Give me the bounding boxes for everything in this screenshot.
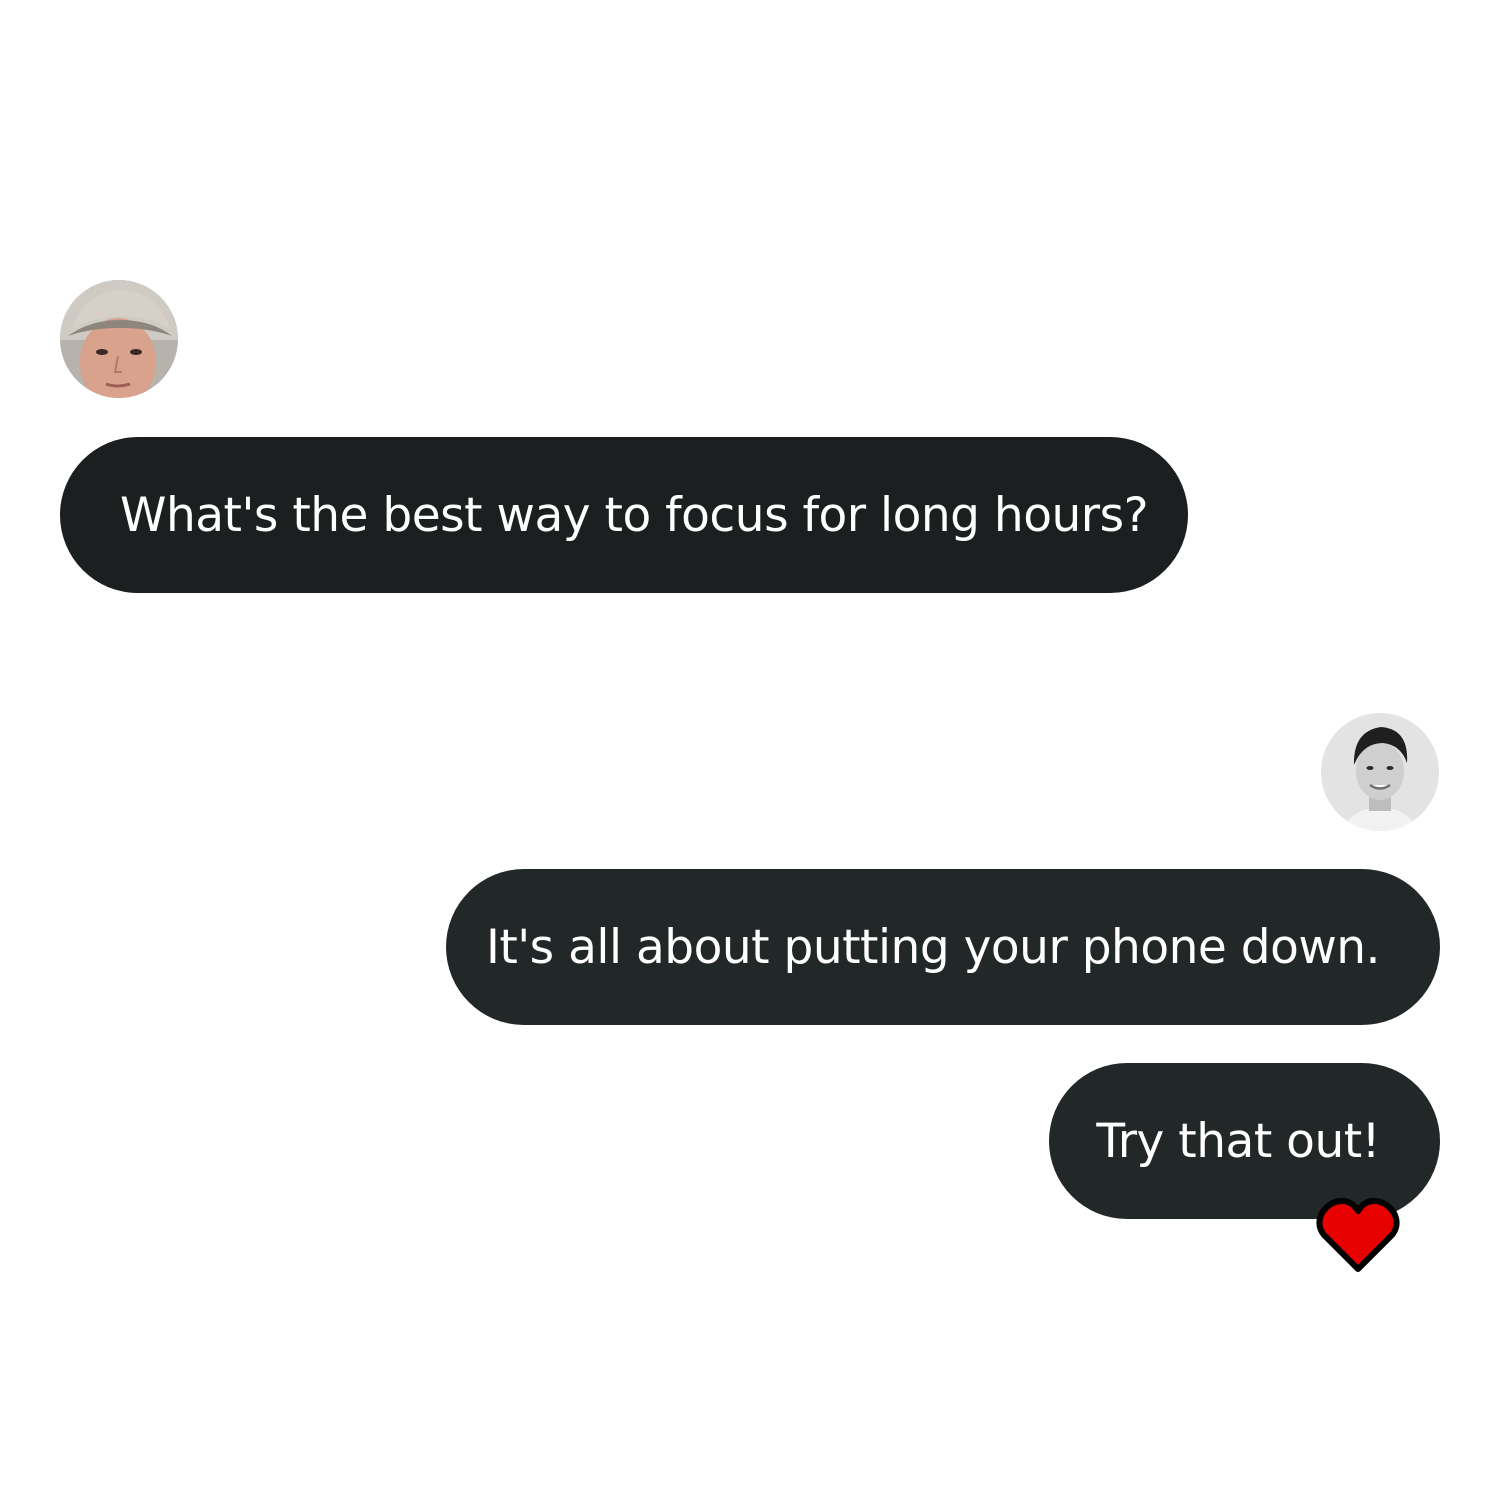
message-text: Try that out! bbox=[1096, 1113, 1380, 1169]
message-text: What's the best way to focus for long ho… bbox=[120, 487, 1149, 543]
message-bubble-sent[interactable]: It's all about putting your phone down. bbox=[446, 869, 1440, 1025]
sender-avatar-image bbox=[60, 280, 178, 398]
message-text: It's all about putting your phone down. bbox=[485, 919, 1381, 975]
sender-avatar[interactable] bbox=[60, 280, 178, 398]
heart-reaction-icon bbox=[1316, 1198, 1400, 1272]
recipient-avatar-image bbox=[1321, 713, 1439, 831]
heart-icon[interactable] bbox=[1316, 1195, 1400, 1275]
recipient-avatar[interactable] bbox=[1321, 713, 1439, 831]
message-bubble-received[interactable]: What's the best way to focus for long ho… bbox=[60, 437, 1188, 593]
